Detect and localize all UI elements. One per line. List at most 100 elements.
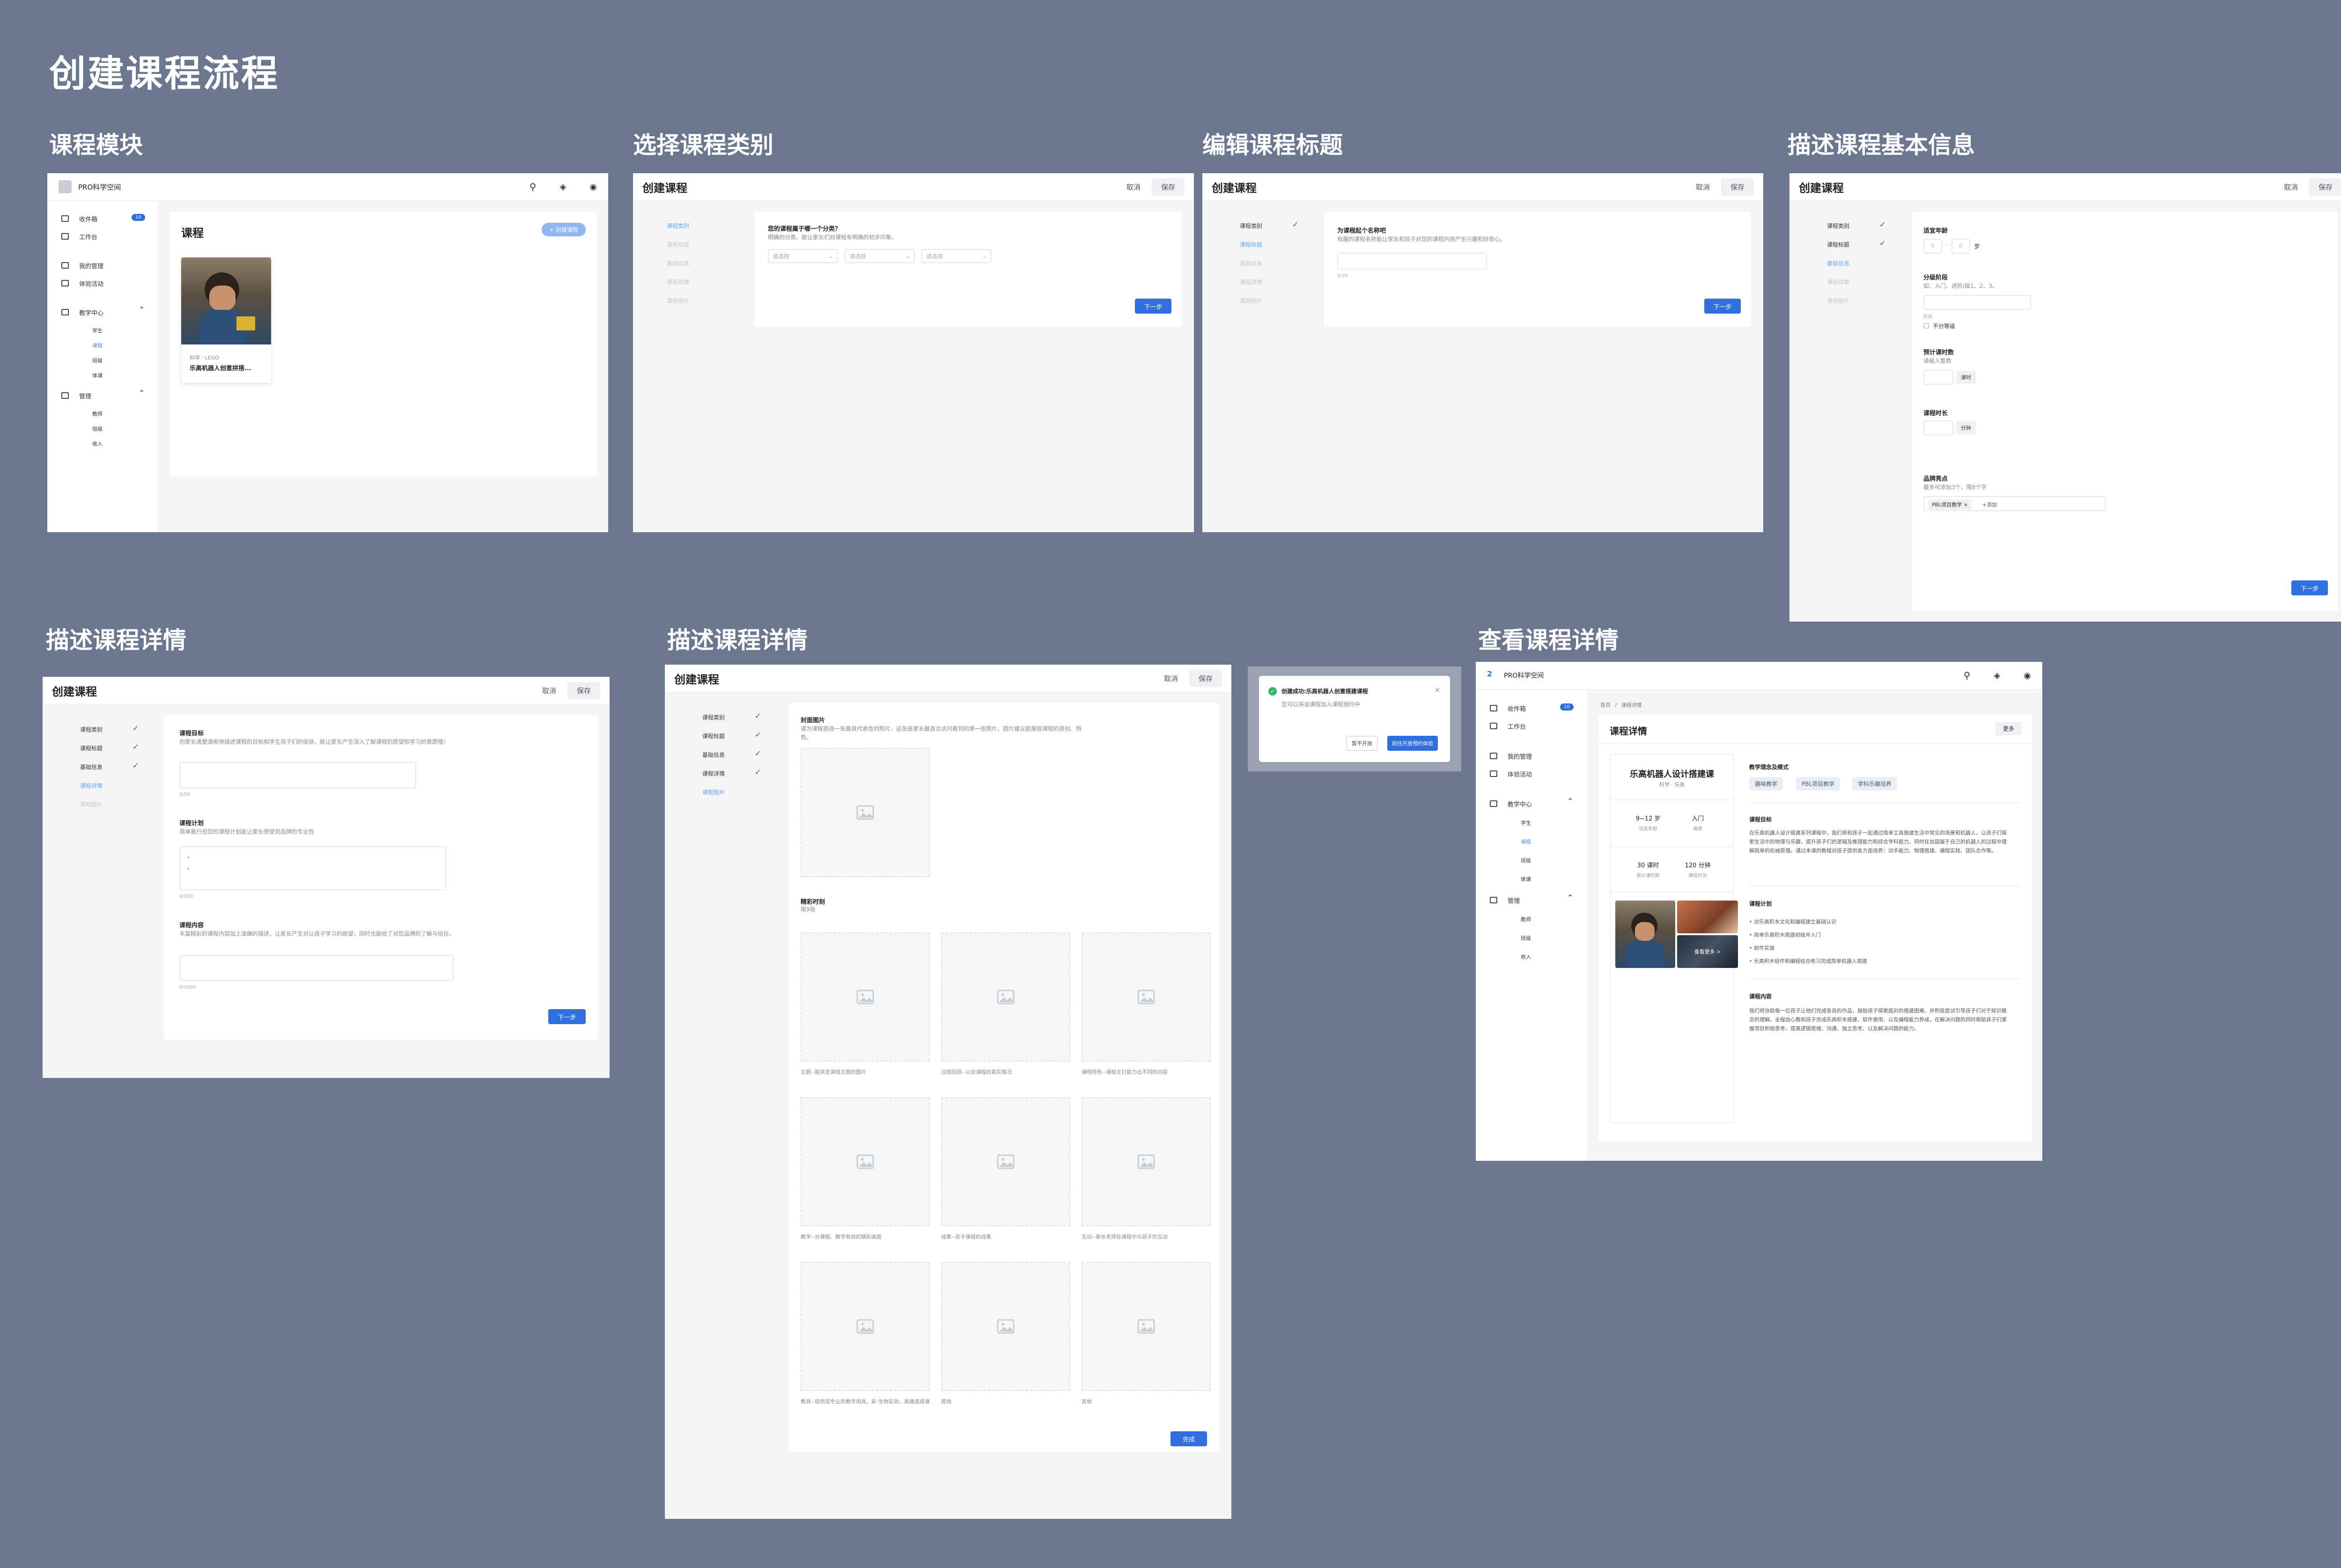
dialog-later-button[interactable]: 暂不开放 [1346,736,1378,751]
gallery-photo-3[interactable]: 查看更多 > [1677,935,1738,968]
sidebar-item-activities[interactable]: 体验活动 [1508,769,1532,778]
sidebar-sub-classes[interactable]: 班级 [92,357,103,364]
save-button[interactable]: 保存 [1189,669,1222,687]
age-from-input[interactable]: 0 [1923,239,1942,254]
sidebar-item-my-manage[interactable]: 我的管理 [1508,752,1532,761]
step-category[interactable]: 课程类别 [1827,222,1849,230]
step-title[interactable]: 课程标题 [80,744,103,752]
step-title[interactable]: 课程标题 [1827,241,1849,249]
chevron-up-icon[interactable]: ⌃ [139,305,145,314]
step-title[interactable]: 课程标题 [1240,241,1262,249]
cover-image-upload[interactable] [801,748,930,877]
sidebar-item-manage[interactable]: 管理 [1508,896,1520,905]
cancel-button[interactable]: 取消 [536,683,563,698]
step-detail[interactable]: 课程详情 [702,769,725,777]
create-course-button[interactable]: + 创建课程 [542,223,586,236]
highlight-image-upload[interactable] [801,1097,930,1226]
bell-icon[interactable]: ◈ [1994,671,2000,681]
save-button[interactable]: 保存 [1721,178,1754,196]
step-basic[interactable]: 基础信息 [80,763,103,771]
add-feature-link[interactable]: +添加 [1982,501,1997,508]
category-select-2[interactable]: 请选择 ⌄ [845,249,915,263]
step-basic[interactable]: 基础信息 [667,259,689,267]
sidebar-item-inbox[interactable]: 收件箱 [1508,704,1526,713]
gallery-photo-2[interactable] [1677,901,1738,933]
highlight-image-upload[interactable] [941,1262,1070,1391]
step-images[interactable]: 课程图片 [80,800,103,808]
duration-input[interactable] [1923,420,1953,435]
highlight-image-upload[interactable] [801,932,930,1062]
sidebar-sub-income[interactable]: 收入 [1521,953,1531,960]
sidebar-item-activities[interactable]: 体验活动 [79,279,103,288]
sidebar-sub-lessons[interactable]: 体课 [1521,875,1531,883]
step-title[interactable]: 课程标题 [667,241,689,249]
next-button[interactable]: 下一步 [1704,299,1741,314]
cancel-button[interactable]: 取消 [2277,179,2304,195]
save-button[interactable]: 保存 [1151,178,1185,196]
content-textarea[interactable] [179,955,454,981]
bell-icon[interactable]: ◈ [559,182,566,192]
dialog-go-button[interactable]: 前往开放预约体验 [1387,736,1438,751]
sidebar-sub-manage-classes[interactable]: 班级 [1521,934,1531,942]
step-images[interactable]: 课程图片 [667,297,689,305]
category-select-3[interactable]: 请选择 ⌄ [921,249,992,263]
sidebar-sub-teachers[interactable]: 教师 [92,410,103,418]
course-title-input[interactable] [1337,253,1487,270]
chevron-up-icon[interactable]: ⌃ [139,388,145,397]
step-detail[interactable]: 课程详情 [667,278,689,286]
cancel-button[interactable]: 取消 [1120,179,1147,195]
next-button[interactable]: 下一步 [548,1009,586,1024]
close-icon[interactable]: × [1435,685,1441,694]
highlight-image-upload[interactable] [1082,1262,1211,1391]
search-icon[interactable]: ⚲ [1964,670,1971,681]
highlight-image-upload[interactable] [941,1097,1070,1226]
sidebar-sub-classes[interactable]: 班级 [1521,857,1531,864]
more-photos-link[interactable]: 查看更多 > [1677,935,1738,968]
step-category[interactable]: 课程类别 [667,222,689,230]
step-category[interactable]: 课程类别 [80,725,103,733]
sidebar-item-workbench[interactable]: 工作台 [1508,722,1526,731]
sidebar-sub-income[interactable]: 收入 [92,440,103,447]
search-icon[interactable]: ⚲ [530,181,537,192]
step-basic[interactable]: 基础信息 [1240,259,1262,267]
sidebar-item-my-manage[interactable]: 我的管理 [79,261,103,270]
sidebar-item-teach-center[interactable]: 教学中心 [1508,799,1532,808]
hours-input[interactable] [1923,370,1953,385]
goal-textarea[interactable] [179,762,416,788]
step-detail[interactable]: 课程详情 [1240,278,1262,286]
step-images[interactable]: 课程图片 [1240,297,1262,305]
step-basic[interactable]: 基础信息 [702,751,725,759]
course-card[interactable]: 科学 · LEGO 乐高机器人创意拼搭... [181,257,271,383]
step-basic[interactable]: 基础信息 [1827,259,1849,267]
gallery-photo-1[interactable] [1615,901,1675,968]
chevron-up-icon[interactable]: ⌃ [1567,893,1573,902]
step-category[interactable]: 课程类别 [1240,222,1262,230]
step-detail[interactable]: 课程详情 [1827,278,1849,286]
avatar-icon[interactable]: ◉ [589,182,597,192]
next-button[interactable]: 下一步 [2291,580,2328,595]
more-button[interactable]: 更多 [1995,722,2022,735]
breadcrumb-home[interactable]: 首页 [1600,702,1611,708]
step-images[interactable]: 课程图片 [702,788,725,796]
highlight-image-upload[interactable] [1082,932,1211,1062]
sidebar-item-manage[interactable]: 管理 [79,391,91,400]
highlight-image-upload[interactable] [1082,1097,1211,1226]
no-level-checkbox[interactable] [1923,323,1929,329]
sidebar-sub-courses[interactable]: 课程 [92,342,103,349]
cancel-button[interactable]: 取消 [1689,179,1716,195]
sidebar-sub-students[interactable]: 学生 [1521,819,1531,827]
sidebar-item-workbench[interactable]: 工作台 [79,232,97,241]
feature-tag[interactable]: PBL项目教学 × [1928,499,1972,510]
avatar-icon[interactable]: ◉ [2024,671,2031,681]
step-category[interactable]: 课程类别 [702,713,725,721]
step-images[interactable]: 课程图片 [1827,297,1849,305]
age-to-input[interactable]: 0 [1951,239,1970,254]
sidebar-item-teach-center[interactable]: 教学中心 [79,308,103,317]
step-detail[interactable]: 课程详情 [80,782,103,790]
finish-button[interactable]: 完成 [1170,1431,1207,1446]
plan-textarea[interactable]: • • [179,846,446,890]
highlight-image-upload[interactable] [801,1262,930,1391]
sidebar-sub-manage-classes[interactable]: 班级 [92,425,103,432]
highlight-image-upload[interactable] [941,932,1070,1062]
sidebar-item-inbox[interactable]: 收件箱 [79,214,97,223]
